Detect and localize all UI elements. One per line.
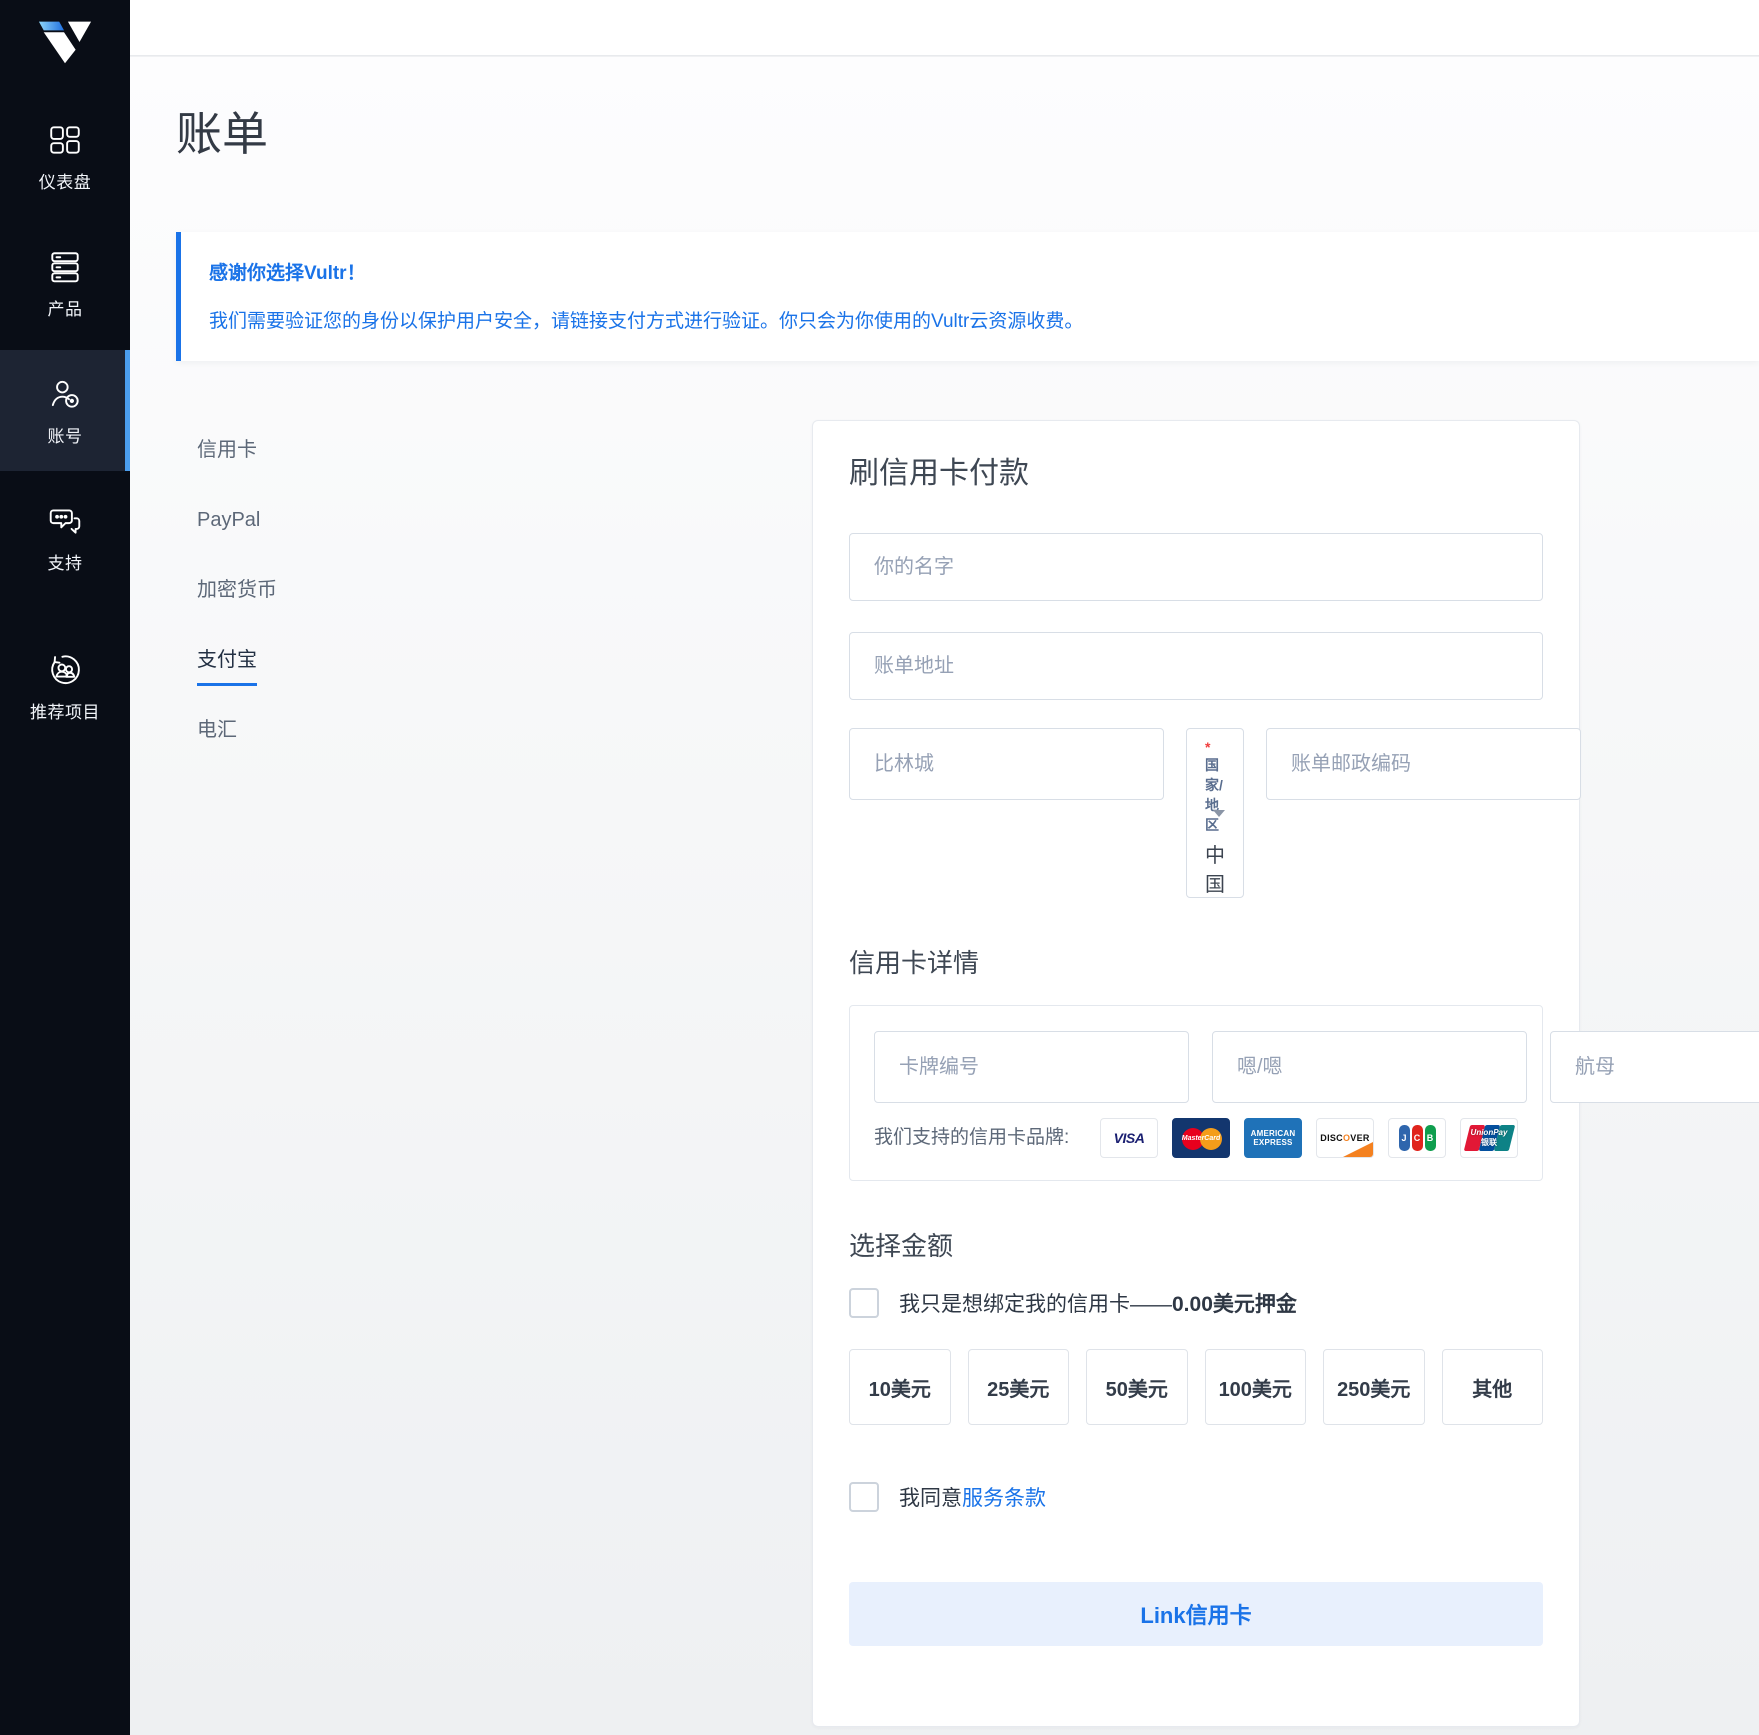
sidebar-item-referral[interactable]: 推荐项目 bbox=[0, 626, 130, 747]
discover-icon: DISCOVER bbox=[1316, 1118, 1374, 1158]
deposit-only-label: 我只是想绑定我的信用卡——0.00美元押金 bbox=[899, 1288, 1297, 1318]
credit-card-form-card: 刷信用卡付款 *国家/地区 中国 信用卡详情 bbox=[812, 420, 1580, 1727]
amount-button-250[interactable]: 250美元 bbox=[1323, 1349, 1425, 1425]
supported-brands-label: 我们支持的信用卡品牌: bbox=[874, 1123, 1078, 1152]
agree-terms-label: 我同意服务条款 bbox=[899, 1482, 1046, 1512]
jcb-icon: J C B bbox=[1388, 1118, 1446, 1158]
tab-wire-transfer[interactable]: 电汇 bbox=[197, 717, 812, 744]
country-select[interactable]: *国家/地区 中国 bbox=[1186, 728, 1244, 898]
sidebar-item-account[interactable]: 账号 bbox=[0, 350, 130, 471]
payment-method-tabs: 信用卡 PayPal 加密货币 支付宝 电汇 bbox=[197, 437, 812, 787]
tab-credit-card[interactable]: 信用卡 bbox=[197, 437, 812, 464]
sidebar-item-label: 账号 bbox=[48, 422, 83, 447]
page-title: 账单 bbox=[176, 107, 1759, 162]
vultr-logo-icon bbox=[36, 18, 94, 64]
vultr-logo[interactable] bbox=[36, 18, 94, 64]
agree-terms-checkbox[interactable] bbox=[849, 1482, 879, 1512]
card-inputs-row bbox=[874, 1031, 1518, 1103]
unionpay-icon: UnionPay 银联 bbox=[1460, 1118, 1518, 1158]
city-input[interactable] bbox=[849, 728, 1164, 800]
amount-heading: 选择金额 bbox=[849, 1229, 1543, 1263]
main-content: 账单 感谢你选择Vultr！ 我们需要验证您的身份以保护用户安全，请链接支付方式… bbox=[130, 57, 1759, 1735]
card-details-box: 我们支持的信用卡品牌: VISA MasterCard AMERICAN bbox=[849, 1005, 1543, 1181]
city-country-zip-row: *国家/地区 中国 bbox=[849, 728, 1543, 898]
visa-icon: VISA bbox=[1100, 1118, 1158, 1158]
chevron-down-icon bbox=[1213, 810, 1225, 817]
billing-body: 信用卡 PayPal 加密货币 支付宝 电汇 刷信用卡付款 *国家/地区 bbox=[176, 361, 1580, 1727]
referral-people-cycle-icon bbox=[47, 652, 83, 688]
agree-terms-row: 我同意服务条款 bbox=[849, 1482, 1543, 1512]
supported-brands-row: 我们支持的信用卡品牌: VISA MasterCard AMERICAN bbox=[874, 1118, 1518, 1158]
info-banner: 感谢你选择Vultr！ 我们需要验证您的身份以保护用户安全，请链接支付方式进行验… bbox=[176, 232, 1759, 361]
sidebar-item-label: 支持 bbox=[48, 549, 83, 574]
link-credit-card-button[interactable]: Link信用卡 bbox=[849, 1582, 1543, 1646]
amount-buttons: 10美元 25美元 50美元 100美元 250美元 其他 bbox=[849, 1349, 1543, 1425]
name-input[interactable] bbox=[849, 533, 1543, 601]
servers-icon bbox=[47, 249, 83, 285]
billing-address-input[interactable] bbox=[849, 632, 1543, 700]
amount-button-100[interactable]: 100美元 bbox=[1205, 1349, 1307, 1425]
topbar bbox=[130, 0, 1759, 56]
dashboard-grid-icon bbox=[47, 122, 83, 158]
card-brand-icons: VISA MasterCard AMERICAN EXPRESS bbox=[1100, 1118, 1518, 1158]
vultr-billing-page: 仪表盘 产品 账 bbox=[0, 0, 1759, 1735]
tab-crypto[interactable]: 加密货币 bbox=[197, 577, 812, 604]
country-select-label: *国家/地区 bbox=[1205, 739, 1225, 835]
card-details-heading: 信用卡详情 bbox=[849, 946, 1543, 980]
banner-title: 感谢你选择Vultr！ bbox=[209, 258, 1731, 285]
tab-paypal[interactable]: PayPal bbox=[197, 507, 812, 534]
banner-body: 我们需要验证您的身份以保护用户安全，请链接支付方式进行验证。你只会为你使用的Vu… bbox=[209, 306, 1731, 333]
sidebar-nav: 仪表盘 产品 账 bbox=[0, 96, 130, 747]
support-chat-icon bbox=[47, 503, 83, 539]
sidebar-item-products[interactable]: 产品 bbox=[0, 223, 130, 344]
mastercard-icon: MasterCard bbox=[1172, 1118, 1230, 1158]
amount-button-other[interactable]: 其他 bbox=[1442, 1349, 1544, 1425]
country-select-value: 中国 bbox=[1205, 839, 1225, 897]
card-number-input[interactable] bbox=[874, 1031, 1189, 1103]
sidebar-item-dashboard[interactable]: 仪表盘 bbox=[0, 96, 130, 217]
account-person-icon bbox=[47, 376, 83, 412]
american-express-icon: AMERICAN EXPRESS bbox=[1244, 1118, 1302, 1158]
card-cvv-input[interactable] bbox=[1550, 1031, 1759, 1103]
sidebar: 仪表盘 产品 账 bbox=[0, 0, 130, 1735]
amount-button-50[interactable]: 50美元 bbox=[1086, 1349, 1188, 1425]
sidebar-item-label: 仪表盘 bbox=[39, 168, 92, 193]
deposit-only-row: 我只是想绑定我的信用卡——0.00美元押金 bbox=[849, 1288, 1543, 1318]
sidebar-item-support[interactable]: 支持 bbox=[0, 477, 130, 598]
sidebar-item-label: 产品 bbox=[48, 295, 83, 320]
deposit-only-checkbox[interactable] bbox=[849, 1288, 879, 1318]
zip-input[interactable] bbox=[1266, 728, 1581, 800]
sidebar-item-label: 推荐项目 bbox=[30, 698, 100, 723]
amount-button-25[interactable]: 25美元 bbox=[968, 1349, 1070, 1425]
terms-of-service-link[interactable]: 服务条款 bbox=[962, 1487, 1046, 1510]
form-heading: 刷信用卡付款 bbox=[849, 456, 1543, 492]
card-expiry-input[interactable] bbox=[1212, 1031, 1527, 1103]
tab-alipay[interactable]: 支付宝 bbox=[197, 647, 812, 686]
amount-button-10[interactable]: 10美元 bbox=[849, 1349, 951, 1425]
required-asterisk: * bbox=[1205, 739, 1210, 755]
